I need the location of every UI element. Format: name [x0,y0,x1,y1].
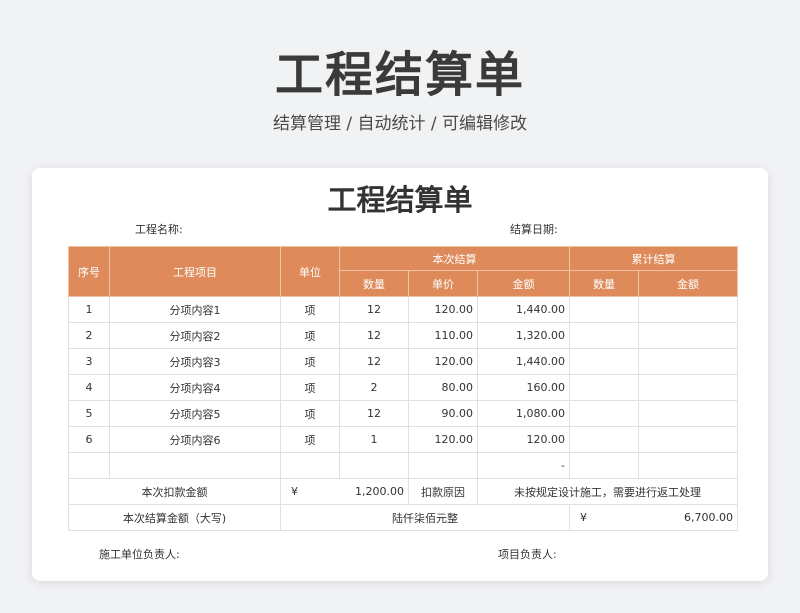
cell-cum-amount[interactable] [638,400,739,427]
deduction-reason[interactable]: 未按规定设计施工，需要进行返工处理 [476,478,739,505]
cell-cum-qty[interactable] [569,374,640,401]
table-row: 6 分项内容6 项 1 120.00 120.00 [68,426,739,453]
cell-qty[interactable]: 12 [339,322,409,349]
cell-item[interactable]: 分项内容4 [109,374,281,401]
cell-cum-amount[interactable] [638,374,739,401]
header-cum-amount: 金额 [638,270,739,297]
total-words[interactable]: 陆仟柒佰元整 [279,504,571,531]
cell-amount[interactable]: 1,080.00 [476,400,571,427]
cell-unit[interactable]: 项 [280,296,340,323]
cell-qty[interactable] [339,452,409,479]
settlement-table: 序号 工程项目 单位 本次结算 累计结算 数量 单价 金额 数量 金额 1 分项… [68,246,739,531]
cell-no[interactable] [68,452,110,479]
cell-amount[interactable]: 1,440.00 [476,348,571,375]
cell-no[interactable]: 3 [68,348,110,375]
deduction-currency: ¥ [291,485,298,498]
deduction-row: 本次扣款金额 ¥ 1,200.00 扣款原因 未按规定设计施工，需要进行返工处理 [68,478,739,505]
table-row: 2 分项内容2 项 12 110.00 1,320.00 [68,322,739,349]
cell-item[interactable]: 分项内容1 [109,296,281,323]
header-cumulative-group: 累计结算 [569,246,739,271]
cell-no[interactable]: 1 [68,296,110,323]
cell-amount[interactable]: 1,440.00 [476,296,571,323]
cell-qty[interactable]: 12 [339,296,409,323]
cell-amount[interactable]: 160.00 [476,374,571,401]
cell-unit[interactable]: 项 [280,374,340,401]
cell-unit[interactable]: 项 [280,348,340,375]
cell-qty[interactable]: 12 [339,348,409,375]
table-row: - [68,452,739,479]
header-qty: 数量 [339,270,409,297]
project-sign-label: 项目负责人: [498,548,557,561]
table-row: 1 分项内容1 项 12 120.00 1,440.00 [68,296,739,323]
deduction-amount: 1,200.00 [355,485,404,498]
cell-no[interactable]: 4 [68,374,110,401]
cell-amount[interactable]: 120.00 [476,426,571,453]
total-currency: ¥ [580,511,588,524]
cell-price[interactable] [408,452,478,479]
cell-unit[interactable]: 项 [280,400,340,427]
header-unit: 单位 [280,246,340,297]
cell-cum-qty[interactable] [569,322,640,349]
cell-cum-amount[interactable] [638,348,739,375]
cell-price[interactable]: 120.00 [408,426,478,453]
cell-unit[interactable]: 项 [280,322,340,349]
cell-unit[interactable]: 项 [280,426,340,453]
total-label: 本次结算金额（大写) [68,504,281,531]
cell-cum-amount[interactable] [638,322,739,349]
page-subtitle: 结算管理 / 自动统计 / 可编辑修改 [272,114,528,134]
header-current-group: 本次结算 [338,246,571,271]
contractor-sign-label: 施工单位负责人: [99,548,180,561]
cell-cum-amount[interactable] [638,452,739,479]
cell-item[interactable]: 分项内容3 [109,348,281,375]
header-amount: 金额 [476,270,571,297]
header-item: 工程项目 [109,246,281,297]
cell-qty[interactable]: 1 [339,426,409,453]
cell-item[interactable]: 分项内容2 [109,322,281,349]
cell-item[interactable] [109,452,281,479]
settle-date-label: 结算日期: [510,223,558,236]
cell-cum-qty[interactable] [569,348,640,375]
header-price: 单价 [408,270,478,297]
table-row: 5 分项内容5 项 12 90.00 1,080.00 [68,400,739,427]
document-title: 工程结算单 [327,183,473,217]
cell-price[interactable]: 110.00 [408,322,478,349]
cell-amount[interactable]: 1,320.00 [476,322,571,349]
cell-cum-qty[interactable] [569,426,640,453]
cell-no[interactable]: 2 [68,322,110,349]
cell-no[interactable]: 6 [68,426,110,453]
cell-amount[interactable]: - [476,452,571,479]
cell-price[interactable]: 120.00 [408,348,478,375]
cell-price[interactable]: 120.00 [408,296,478,323]
cell-cum-qty[interactable] [569,400,640,427]
deduction-label: 本次扣款金额 [68,478,281,505]
total-amount-cell[interactable]: ¥ 6,700.00 [569,504,739,531]
total-row: 本次结算金额（大写) 陆仟柒佰元整 ¥ 6,700.00 [68,504,739,531]
deduction-amount-cell[interactable]: ¥ 1,200.00 [280,478,409,505]
deduction-reason-label: 扣款原因 [408,478,478,505]
header-no: 序号 [68,246,110,297]
cell-cum-amount[interactable] [638,296,739,323]
table-row: 4 分项内容4 项 2 80.00 160.00 [68,374,739,401]
cell-qty[interactable]: 12 [339,400,409,427]
cell-cum-qty[interactable] [569,296,640,323]
cell-item[interactable]: 分项内容5 [109,400,281,427]
project-name-label: 工程名称: [135,223,183,236]
table-row: 3 分项内容3 项 12 120.00 1,440.00 [68,348,739,375]
total-amount: 6,700.00 [684,511,734,524]
settlement-card: 工程结算单 工程名称: 结算日期: 序号 工程项目 单位 本次结算 累计结算 数… [32,168,768,581]
cell-unit[interactable] [280,452,340,479]
cell-no[interactable]: 5 [68,400,110,427]
cell-price[interactable]: 80.00 [408,374,478,401]
cell-qty[interactable]: 2 [339,374,409,401]
cell-cum-qty[interactable] [569,452,640,479]
cell-price[interactable]: 90.00 [408,400,478,427]
page-title: 工程结算单 [274,47,525,103]
header-cum-qty: 数量 [569,270,640,297]
cell-item[interactable]: 分项内容6 [109,426,281,453]
cell-cum-amount[interactable] [638,426,739,453]
